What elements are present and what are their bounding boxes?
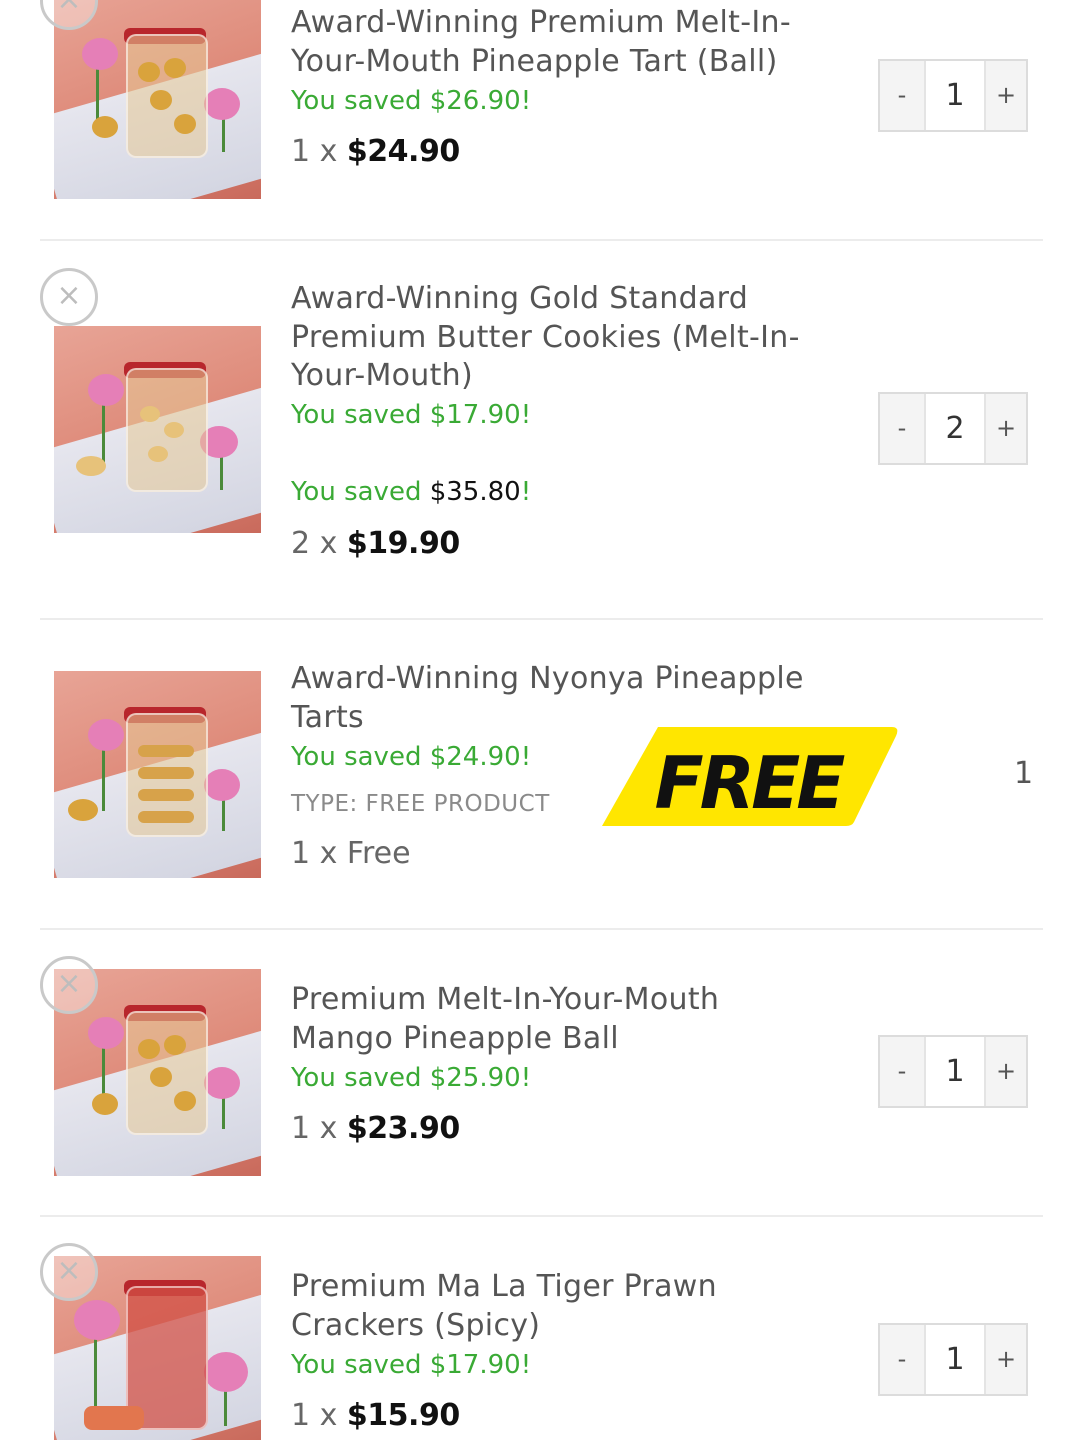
quantity-price-line: 1 x Free <box>291 836 411 871</box>
quantity-stepper: - 1 + <box>878 1323 1028 1396</box>
item-divider <box>40 618 1043 620</box>
product-title[interactable]: Award-Winning Gold Standard Premium Butt… <box>291 280 811 396</box>
increment-button[interactable]: + <box>986 1325 1026 1394</box>
saved-label: You saved <box>291 1063 430 1093</box>
quantity-stepper: - 1 + <box>878 59 1028 132</box>
product-title-line: Mango Pineapple Ball <box>291 1020 619 1056</box>
product-title-line: Your-Mouth) <box>291 358 473 393</box>
quantity-price-line: 1 x $23.90 <box>291 1111 460 1146</box>
item-divider <box>40 928 1043 930</box>
saved-label: You saved <box>291 477 430 507</box>
saved-amount: $25.90 <box>429 1063 521 1093</box>
item-divider <box>40 1215 1043 1217</box>
quantity-input[interactable]: 1 <box>924 1037 986 1106</box>
decrement-button[interactable]: - <box>880 1325 924 1394</box>
quantity-input[interactable]: 1 <box>924 1325 986 1394</box>
unit-price: Free <box>346 836 411 871</box>
saved-suffix: ! <box>520 86 532 116</box>
quantity-stepper: - 2 + <box>878 392 1028 465</box>
product-title-line: Premium Butter Cookies (Melt-In- <box>291 319 800 355</box>
saved-suffix: ! <box>520 477 532 507</box>
product-title-line: Award-Winning Gold Standard <box>291 281 749 316</box>
product-title-line: Your-Mouth Pineapple Tart (Ball) <box>291 43 778 79</box>
saved-amount: $17.90 <box>429 400 521 430</box>
saved-amount-text: You saved $25.90! <box>291 1063 531 1093</box>
increment-button[interactable]: + <box>986 394 1026 463</box>
quantity-value: 1 <box>1014 756 1034 791</box>
saved-suffix: ! <box>520 742 532 772</box>
remove-item-button[interactable]: × <box>40 956 98 1014</box>
saved-suffix: ! <box>520 1350 532 1380</box>
product-image[interactable] <box>54 0 261 199</box>
saved-suffix: ! <box>520 1063 532 1093</box>
unit-price: $15.90 <box>346 1398 460 1433</box>
saved-amount: $24.90 <box>429 742 521 772</box>
quantity-stepper: - 1 + <box>878 1035 1028 1108</box>
quantity-prefix: 1 x <box>291 134 347 169</box>
product-title-line: Crackers (Spicy) <box>291 1307 541 1343</box>
product-image[interactable] <box>54 671 261 878</box>
saved-total-amount: $35.80 <box>429 477 521 507</box>
quantity-input[interactable]: 2 <box>924 394 986 463</box>
remove-item-button[interactable]: × <box>40 1243 98 1301</box>
close-icon: × <box>56 0 81 17</box>
remove-item-button[interactable]: × <box>40 268 98 326</box>
free-badge-text: FREE <box>655 741 846 825</box>
saved-label: You saved <box>291 86 430 116</box>
saved-total-text: You saved $35.80! <box>291 477 531 507</box>
product-type-label: TYPE: FREE PRODUCT <box>291 791 550 817</box>
saved-label: You saved <box>291 742 430 772</box>
product-title[interactable]: Premium Ma La Tiger Prawn Crackers (Spic… <box>291 1268 811 1345</box>
close-icon: × <box>56 278 82 313</box>
quantity-price-line: 1 x $24.90 <box>291 134 460 169</box>
free-badge: FREE <box>602 727 898 826</box>
increment-button[interactable]: + <box>986 61 1026 130</box>
product-title[interactable]: Award-Winning Premium Melt-In- Your-Mout… <box>291 4 811 81</box>
quantity-input[interactable]: 1 <box>924 61 986 130</box>
decrement-button[interactable]: - <box>880 1037 924 1106</box>
saved-label: You saved <box>291 400 430 430</box>
saved-suffix: ! <box>520 400 532 430</box>
quantity-prefix: 1 x <box>291 836 347 871</box>
saved-label: You saved <box>291 1350 430 1380</box>
quantity-prefix: 1 x <box>291 1398 347 1433</box>
quantity-price-line: 1 x $15.90 <box>291 1398 460 1433</box>
product-title[interactable]: Premium Melt-In-Your-Mouth Mango Pineapp… <box>291 981 811 1058</box>
close-icon: × <box>56 1253 82 1288</box>
saved-amount-text: You saved $24.90! <box>291 742 531 772</box>
product-title-line: Premium Melt-In-Your-Mouth <box>291 982 720 1017</box>
product-title-line: Premium Ma La Tiger Prawn <box>291 1269 717 1304</box>
saved-amount: $26.90 <box>429 86 521 116</box>
quantity-price-line: 2 x $19.90 <box>291 526 460 561</box>
product-image[interactable] <box>54 326 261 533</box>
saved-amount-text: You saved $17.90! <box>291 400 531 430</box>
close-icon: × <box>56 966 82 1001</box>
saved-amount-text: You saved $17.90! <box>291 1350 531 1380</box>
saved-amount: $17.90 <box>429 1350 521 1380</box>
product-title-line: Award-Winning Nyonya Pineapple <box>291 661 804 696</box>
quantity-prefix: 1 x <box>291 1111 347 1146</box>
product-title-line: Award-Winning Premium Melt-In- <box>291 5 791 40</box>
unit-price: $23.90 <box>346 1111 460 1146</box>
increment-button[interactable]: + <box>986 1037 1026 1106</box>
item-divider <box>40 239 1043 241</box>
unit-price: $24.90 <box>346 134 460 169</box>
quantity-prefix: 2 x <box>291 526 347 561</box>
unit-price: $19.90 <box>346 526 460 561</box>
decrement-button[interactable]: - <box>880 394 924 463</box>
saved-amount-text: You saved $26.90! <box>291 86 531 116</box>
decrement-button[interactable]: - <box>880 61 924 130</box>
